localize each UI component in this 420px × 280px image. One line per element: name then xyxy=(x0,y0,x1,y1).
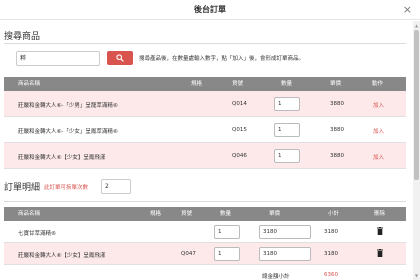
col-delete: 刪除 xyxy=(374,211,386,217)
subtotal-label: 總金額小計 xyxy=(262,274,290,280)
search-hint: 搜尋產品後，在數量處輸入數字，點「加入」後，會形成訂單商品。 xyxy=(139,56,305,62)
quantity-input[interactable]: 1 xyxy=(274,123,300,137)
col-subtotal: 小計 xyxy=(328,211,340,217)
trash-icon[interactable] xyxy=(377,249,383,257)
order-table: 商品名稱 規格 貨號 數量 單價 小計 刪除 七寶甘萃滿精⑥ 1 3180 31… xyxy=(4,207,406,265)
table-header: 商品名稱 規格 貨號 數量 單價 動作 xyxy=(4,77,406,91)
col-code: 貨號 xyxy=(181,211,193,217)
product-name: 莊嚴和金轉大人⑥-「少女」呈鳳萃滿精⑥ xyxy=(18,129,118,135)
col-price: 單價 xyxy=(330,81,342,87)
product-name: 莊嚴和金轉大人⑥-「少男」呈龍萃滿精⑥ xyxy=(18,103,118,109)
search-icon xyxy=(116,54,124,62)
order-section-title: 訂單明細 xyxy=(4,183,41,193)
quantity-input[interactable]: 1 xyxy=(214,247,240,261)
scroll-down-icon[interactable]: ▼ xyxy=(414,273,419,278)
order-item-name: 莊嚴和金轉大人⑥【少女】呈鳳飛漾 xyxy=(18,253,106,259)
col-price: 單價 xyxy=(269,211,281,217)
product-table: 商品名稱 規格 貨號 數量 單價 動作 莊嚴和金轉大人⑥-「少男」呈龍萃滿精⑥ … xyxy=(4,77,406,169)
product-code: Q046 xyxy=(232,153,247,159)
add-button[interactable]: 加入 xyxy=(373,127,384,135)
scroll-up-icon[interactable]: ▲ xyxy=(414,23,419,28)
product-code: Q015 xyxy=(232,127,247,133)
add-button[interactable]: 加入 xyxy=(373,153,384,161)
add-button[interactable]: 加入 xyxy=(373,101,384,109)
col-name: 商品名稱 xyxy=(18,81,41,87)
search-section-title: 搜尋商品 xyxy=(4,32,41,42)
split-count-input[interactable]: 2 xyxy=(101,179,131,194)
product-code: Q014 xyxy=(232,101,247,107)
product-price: 3880 xyxy=(330,127,344,133)
modal-title: 後台訂單 xyxy=(194,5,226,14)
price-input[interactable]: 3180 xyxy=(259,247,311,261)
product-name: 莊嚴和金轉大人⑥【少女】呈鳳飛漾 xyxy=(18,155,106,161)
modal-header: 後台訂單 × xyxy=(0,0,420,20)
table-row: 七寶甘萃滿精⑥ 1 3180 3180 xyxy=(4,221,406,243)
col-name: 商品名稱 xyxy=(18,211,41,217)
close-icon[interactable]: × xyxy=(403,0,412,20)
scroll-thumb[interactable] xyxy=(414,30,419,180)
col-action: 動作 xyxy=(372,81,384,87)
split-count-link[interactable]: 此訂單可拆單次數 xyxy=(44,183,88,191)
divider xyxy=(4,201,406,202)
product-price: 3880 xyxy=(330,101,344,107)
table-row: 莊嚴和金轉大人⑥-「少女」呈鳳萃滿精⑥ Q015 1 3880 加入 xyxy=(4,117,406,143)
vertical-scrollbar[interactable]: ▲ ▼ xyxy=(413,21,420,280)
order-item-name: 七寶甘萃滿精⑥ xyxy=(18,231,56,237)
col-spec: 規格 xyxy=(150,211,162,217)
quantity-input[interactable]: 1 xyxy=(274,97,300,111)
modal-body[interactable]: 搜尋商品 粹 搜尋產品後，在數量處輸入數字，點「加入」後，會形成訂單商品。 商品… xyxy=(0,21,413,280)
divider xyxy=(4,43,406,44)
order-item-subtotal: 3180 xyxy=(324,229,338,235)
col-spec: 規格 xyxy=(191,81,203,87)
order-item-code: Q047 xyxy=(181,251,196,257)
col-qty: 數量 xyxy=(220,211,232,217)
search-button[interactable] xyxy=(107,51,133,65)
table-row: 莊嚴和金轉大人⑥【少女】呈鳳飛漾 Q046 1 3880 加入 xyxy=(4,143,406,169)
quantity-input[interactable]: 1 xyxy=(274,149,300,163)
subtotal-value: 6360 xyxy=(324,272,338,278)
price-input[interactable]: 3180 xyxy=(259,225,311,239)
order-item-subtotal: 3180 xyxy=(324,251,338,257)
table-row: 莊嚴和金轉大人⑥【少女】呈鳳飛漾 Q047 1 3180 3180 xyxy=(4,243,406,265)
col-code: 貨號 xyxy=(232,81,244,87)
trash-icon[interactable] xyxy=(377,227,383,235)
table-header: 商品名稱 規格 貨號 數量 單價 小計 刪除 xyxy=(4,207,406,221)
product-price: 3880 xyxy=(330,153,344,159)
quantity-input[interactable]: 1 xyxy=(214,225,240,239)
table-row: 莊嚴和金轉大人⑥-「少男」呈龍萃滿精⑥ Q014 1 3880 加入 xyxy=(4,91,406,117)
col-qty: 數量 xyxy=(281,81,293,87)
search-input[interactable]: 粹 xyxy=(16,51,100,66)
